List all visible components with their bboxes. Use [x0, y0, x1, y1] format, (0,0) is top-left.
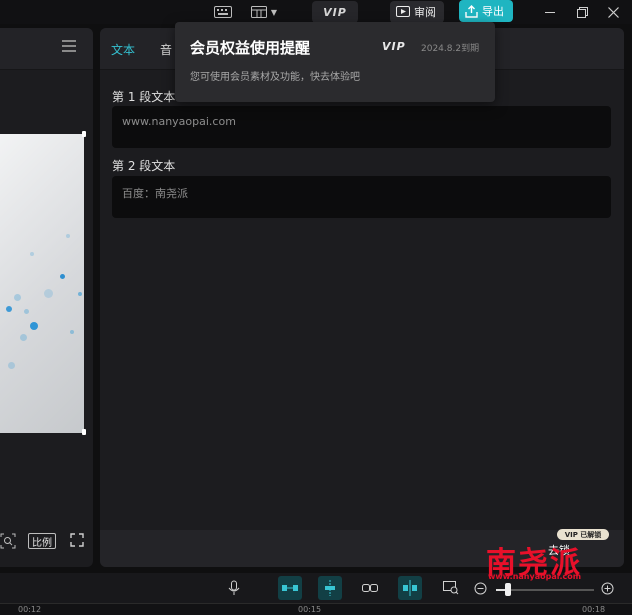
- particle: [60, 274, 65, 279]
- microphone-icon[interactable]: [222, 576, 246, 600]
- particle: [78, 292, 82, 296]
- zoom-slider-thumb[interactable]: [505, 583, 511, 596]
- watermark-logo: 南尧派 www.nanyaopai.com: [484, 538, 624, 584]
- particle: [30, 252, 34, 256]
- popup-description: 您可使用会员素材及功能，快去体验吧: [190, 72, 360, 83]
- zoom-to-fit-icon[interactable]: [439, 576, 463, 600]
- player-panel: 比例: [0, 28, 93, 567]
- review-label: 审阅: [414, 6, 436, 19]
- watermark-url: www.nanyaopai.com: [488, 572, 582, 581]
- timeline-ruler[interactable]: 00:12 00:15 00:18: [0, 603, 632, 615]
- text-panel: 文本 音 第 1 段文本 www.nanyaopai.com 第 2 段文本 百…: [100, 28, 624, 567]
- ruler-label: 00:15: [298, 605, 322, 614]
- export-button[interactable]: 导出: [459, 0, 513, 22]
- particle: [20, 334, 27, 341]
- vip-reminder-popup: 会员权益使用提醒 VIP 2024.8.2到期 您可使用会员素材及功能，快去体验…: [175, 22, 495, 102]
- restore-icon: [576, 6, 588, 18]
- particle: [6, 306, 12, 312]
- fullscreen-icon[interactable]: [70, 533, 86, 549]
- resize-handle[interactable]: [82, 429, 86, 435]
- chevron-down-icon: ▼: [270, 7, 278, 17]
- ratio-button[interactable]: 比例: [28, 533, 56, 549]
- layout-icon: [250, 6, 267, 18]
- particle: [66, 234, 70, 238]
- particle: [24, 309, 29, 314]
- resize-handle[interactable]: [82, 131, 86, 137]
- ruler-label: 00:12: [18, 605, 42, 614]
- minimize-button[interactable]: [540, 2, 560, 22]
- preview-axis-icon[interactable]: [398, 576, 422, 600]
- particle: [44, 289, 53, 298]
- maximize-button[interactable]: [572, 2, 592, 22]
- main-track-magnet-icon[interactable]: [278, 576, 302, 600]
- segment-1-label: 第 1 段文本: [112, 90, 176, 104]
- close-icon: [607, 6, 619, 18]
- segment-1-input[interactable]: www.nanyaopai.com: [112, 106, 611, 148]
- auto-snap-icon[interactable]: [318, 576, 342, 600]
- keyboard-icon[interactable]: [212, 3, 234, 21]
- popup-title: 会员权益使用提醒: [190, 39, 311, 57]
- tab-audio[interactable]: 音: [160, 41, 172, 58]
- top-bar: ▼ VIP 审阅 导出: [0, 0, 632, 24]
- ruler-label: 00:18: [582, 605, 606, 614]
- particle: [70, 330, 74, 334]
- upload-icon: [465, 4, 478, 18]
- review-icon: [396, 6, 410, 17]
- vip-button[interactable]: VIP: [312, 1, 358, 23]
- link-icon[interactable]: [358, 576, 382, 600]
- layout-menu-button[interactable]: ▼: [246, 3, 282, 21]
- particle: [14, 294, 21, 301]
- player-header: [0, 28, 93, 70]
- minimize-icon: [545, 11, 555, 13]
- menu-icon[interactable]: [62, 40, 76, 52]
- particle: [8, 362, 15, 369]
- particle: [30, 322, 38, 330]
- preview-canvas[interactable]: [0, 134, 84, 433]
- review-button[interactable]: 审阅: [390, 1, 444, 23]
- segment-2-label: 第 2 段文本: [112, 159, 176, 173]
- export-label: 导出: [482, 5, 504, 18]
- vip-badge: VIP: [382, 40, 406, 53]
- tab-text[interactable]: 文本: [111, 41, 135, 58]
- zoom-fit-icon[interactable]: [0, 533, 16, 549]
- segment-2-input[interactable]: 百度：南尧派: [112, 176, 611, 218]
- vip-expire-date: 2024.8.2到期: [421, 44, 480, 54]
- close-button[interactable]: [603, 2, 623, 22]
